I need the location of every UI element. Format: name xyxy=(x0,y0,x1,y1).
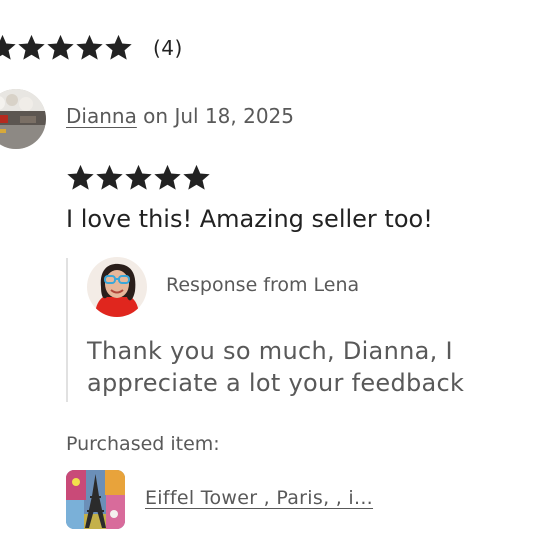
star-icon xyxy=(96,164,123,190)
star-icon xyxy=(125,164,152,190)
star-icon xyxy=(67,164,94,190)
review-count: (4) xyxy=(153,35,183,60)
reviewer-avatar[interactable] xyxy=(0,89,46,149)
response-text: Thank you so much, Dianna, I appreciate … xyxy=(87,337,465,397)
reviewer-avatar-image xyxy=(0,89,46,149)
response-label: Response from Lena xyxy=(166,274,360,296)
purchased-item-thumbnail[interactable] xyxy=(66,470,125,529)
star-icon xyxy=(18,34,45,60)
review-text: I love this! Amazing seller too! xyxy=(66,205,433,233)
eiffel-tower-thumbnail-image xyxy=(66,470,125,529)
star-icon xyxy=(76,34,103,60)
star-icon xyxy=(0,34,16,60)
response-divider xyxy=(66,258,68,402)
purchased-item-label: Purchased item: xyxy=(66,433,220,455)
star-icon xyxy=(47,34,74,60)
seller-avatar-image xyxy=(87,257,147,317)
review-date: on Jul 18, 2025 xyxy=(136,104,295,128)
rating-summary: (4) xyxy=(0,33,183,62)
star-icon xyxy=(183,164,210,190)
seller-avatar xyxy=(87,257,147,317)
purchased-item-link[interactable]: Eiffel Tower , Paris, , i... xyxy=(145,487,373,509)
review-card: (4) Dianna on Jul 18, 2025 I love this! … xyxy=(0,0,560,560)
star-icon xyxy=(105,34,132,60)
reviewer-line: Dianna on Jul 18, 2025 xyxy=(66,104,294,128)
reviewer-name-link[interactable]: Dianna xyxy=(66,104,137,128)
review-rating-stars xyxy=(66,163,211,192)
star-icon xyxy=(154,164,181,190)
summary-stars xyxy=(0,33,133,62)
